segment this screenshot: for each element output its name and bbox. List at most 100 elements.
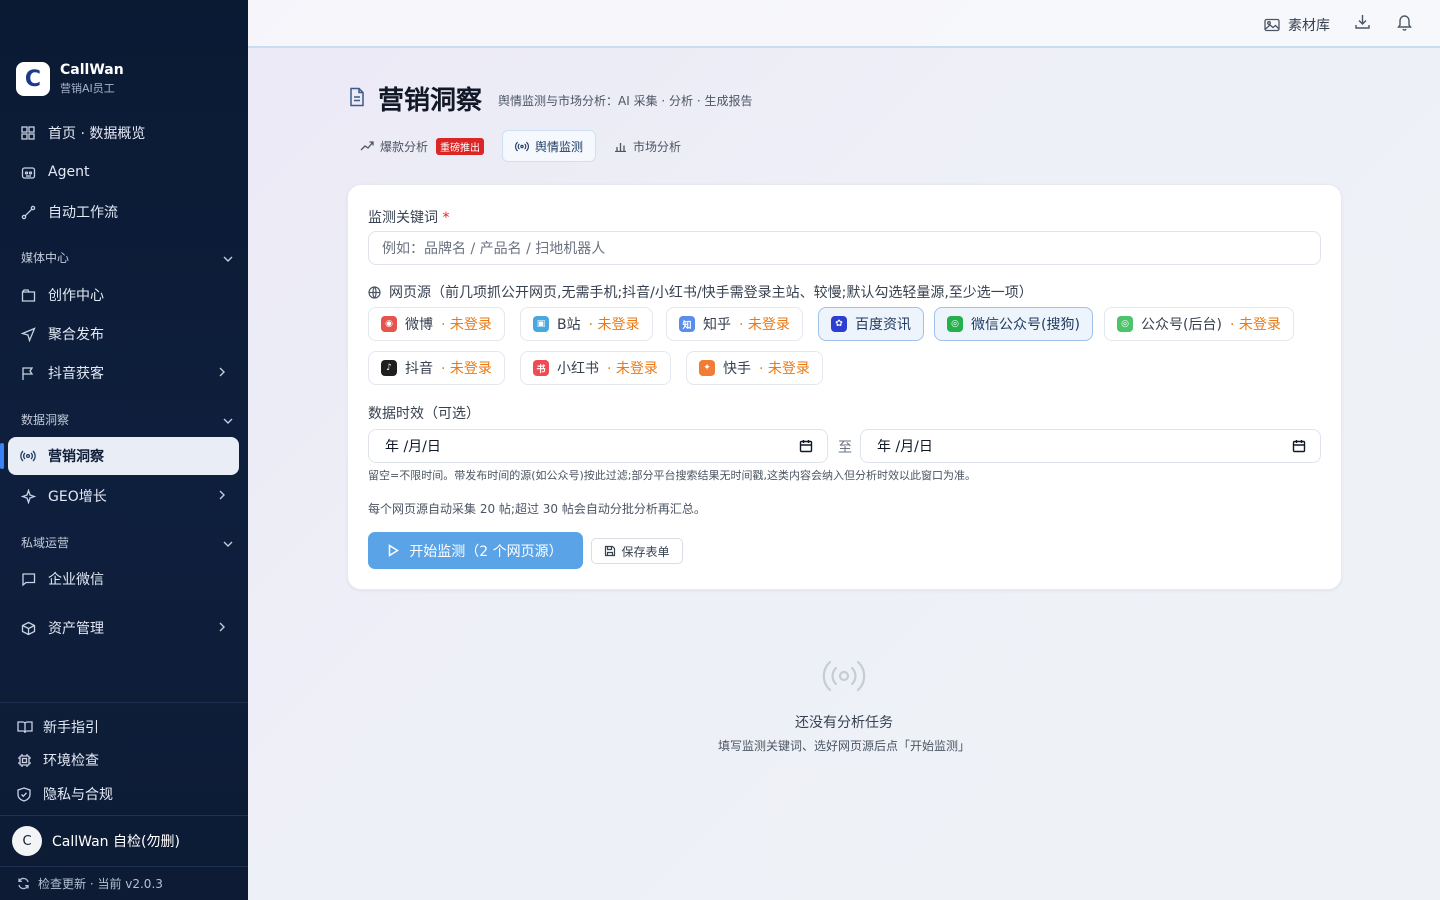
section-insight[interactable]: 数据洞察 (21, 411, 233, 428)
sidebar-item-douyin[interactable]: 抖音获客 (8, 354, 239, 392)
tab-bar: 爆款分析 重磅推出 舆情监测 市场分析 (348, 130, 693, 162)
brand-logo: C (16, 62, 50, 96)
sidebar-item-publish[interactable]: 聚合发布 (8, 315, 239, 353)
date-label: 数据时效（可选） (368, 406, 480, 422)
document-icon (348, 87, 366, 111)
source-douyin[interactable]: ♪ 抖音 · 未登录 (368, 351, 505, 385)
source-label: 快手 (723, 361, 751, 377)
sources-label: 网页源（前几项抓公开网页,无需手机;抖音/小红书/快手需登录主站、较慢;默认勾选… (368, 282, 1033, 302)
login-status: · 未登录 (759, 361, 810, 377)
date-from-input[interactable]: 年 /月/日 (368, 429, 828, 463)
workflow-icon (20, 204, 36, 220)
footer-item-guide[interactable]: 新手指引 (17, 717, 99, 737)
source-xiaohongshu[interactable]: 书小红书 · 未登录 (520, 351, 671, 385)
source-kuaishou[interactable]: ✦ 快手 · 未登录 (686, 351, 823, 385)
keyword-input[interactable]: 例如：品牌名 / 产品名 / 扫地机器人 (368, 231, 1321, 265)
sidebar-item-agent[interactable]: Agent (8, 153, 239, 191)
radio-icon (20, 448, 36, 464)
login-status: · 未登录 (441, 317, 492, 333)
tab-market-analysis[interactable]: 市场分析 (602, 130, 693, 162)
sidebar-item-home[interactable]: 首页 · 数据概览 (8, 114, 239, 152)
date-to-input[interactable]: 年 /月/日 (860, 429, 1321, 463)
avatar: C (12, 826, 42, 856)
source-zhihu[interactable]: 知知乎 · 未登录 (666, 307, 803, 341)
source-logo-icon: ▣ (533, 316, 549, 332)
library-button[interactable]: 素材库 (1264, 15, 1330, 35)
chat-icon (20, 571, 36, 587)
calendar-icon[interactable] (799, 439, 813, 453)
collect-hint: 每个网页源自动采集 20 帖;超过 30 帖会自动分批分析再汇总。 (368, 502, 706, 516)
source-label: 小红书 (557, 361, 599, 377)
source-label: 抖音 (405, 361, 433, 377)
page-header: 营销洞察 舆情监测与市场分析：AI 采集 · 分析 · 生成报告 (348, 80, 752, 117)
save-icon (604, 545, 616, 557)
page-title: 营销洞察 (378, 86, 483, 116)
source-logo-icon: 书 (533, 360, 549, 376)
sidebar-item-assets[interactable]: 资产管理 (8, 609, 239, 647)
broadcast-icon (822, 656, 866, 696)
sidebar-item-wecom[interactable]: 企业微信 (8, 560, 239, 598)
login-status: · 未登录 (739, 317, 790, 333)
sidebar-item-create[interactable]: 创作中心 (8, 276, 239, 314)
monitor-form-card: 监测关键词 * 例如：品牌名 / 产品名 / 扫地机器人 网页源（前几项抓公开网… (347, 184, 1342, 590)
sidebar-item-marketing-insight[interactable]: 营销洞察 (0, 437, 239, 475)
date-hint: 留空=不限时间。带发布时间的源(如公众号)按此过滤;部分平台搜索结果无时间戳,这… (368, 469, 976, 482)
chevron-right-icon (219, 620, 225, 636)
tab-sentiment-monitor[interactable]: 舆情监测 (502, 130, 597, 162)
download-icon[interactable] (1354, 13, 1371, 30)
section-private[interactable]: 私域运营 (21, 534, 233, 551)
divider (0, 815, 248, 816)
empty-state-title: 还没有分析任务 (795, 715, 893, 731)
send-icon (20, 326, 36, 342)
new-badge: 重磅推出 (436, 137, 485, 155)
user-profile[interactable]: C CallWan 自检(勿删) (12, 826, 180, 856)
user-name: CallWan 自检(勿删) (52, 834, 180, 850)
main-area: 素材库 营销洞察 舆情监测与市场分析：AI 采集 · 分析 · 生成报告 爆款分… (248, 0, 1440, 900)
login-status: · 未登录 (607, 361, 658, 377)
login-status: · 未登录 (1229, 317, 1281, 333)
shield-icon (17, 786, 33, 802)
sidebar-item-geo[interactable]: GEO增长 (8, 477, 239, 515)
section-media[interactable]: 媒体中心 (21, 249, 233, 266)
source-label: 微信公众号(搜狗) (971, 317, 1080, 333)
start-monitor-button[interactable]: 开始监测（2 个网页源） (368, 532, 583, 569)
source-label: 知乎 (703, 317, 731, 333)
folder-icon (20, 287, 36, 303)
keyword-label: 监测关键词 * (368, 210, 450, 226)
bell-icon[interactable] (1396, 13, 1413, 31)
tab-viral-analysis[interactable]: 爆款分析 重磅推出 (348, 130, 496, 162)
save-form-button[interactable]: 保存表单 (591, 538, 683, 564)
topbar: 素材库 (248, 0, 1440, 48)
source-logo-icon: ✦ (699, 360, 715, 376)
image-icon (1264, 18, 1280, 32)
footer-item-privacy[interactable]: 隐私与合规 (17, 784, 113, 804)
footer-item-env[interactable]: 环境检查 (17, 750, 99, 770)
chevron-down-icon (223, 413, 233, 427)
play-icon (388, 544, 400, 557)
trending-up-icon (360, 141, 374, 151)
brand-subtitle: 营销AI员工 (60, 82, 115, 95)
brand[interactable]: C CallWan 营销AI员工 (16, 62, 124, 96)
source-label: B站 (557, 317, 581, 333)
source-wechat-backend[interactable]: ◎ 公众号(后台) · 未登录 (1104, 307, 1294, 341)
source-bilibili[interactable]: ▣ B站 · 未登录 (520, 307, 653, 341)
source-logo-icon: ♪ (381, 360, 397, 376)
source-label: 公众号(后台) (1141, 317, 1222, 333)
sparkle-icon (20, 488, 36, 504)
check-update[interactable]: 检查更新 · 当前 v2.0.3 (17, 875, 163, 892)
brand-name: CallWan (60, 62, 124, 78)
divider (0, 866, 248, 867)
empty-state-subtitle: 填写监测关键词、选好网页源后点「开始监测」 (717, 739, 970, 753)
required-mark: * (442, 210, 450, 226)
chevron-down-icon (223, 536, 233, 550)
source-baidu-news[interactable]: ✿ 百度资讯 (818, 307, 924, 341)
source-logo-icon: ✿ (831, 316, 847, 332)
source-weibo[interactable]: ◉ 微博 · 未登录 (368, 307, 505, 341)
chevron-down-icon (223, 251, 233, 265)
globe-icon (368, 285, 381, 299)
source-wechat-sogou[interactable]: ◎ 微信公众号(搜狗) (934, 307, 1093, 341)
calendar-icon[interactable] (1292, 439, 1306, 453)
bar-chart-icon (614, 141, 627, 152)
sidebar-item-workflow[interactable]: 自动工作流 (8, 193, 239, 231)
divider (0, 702, 248, 703)
